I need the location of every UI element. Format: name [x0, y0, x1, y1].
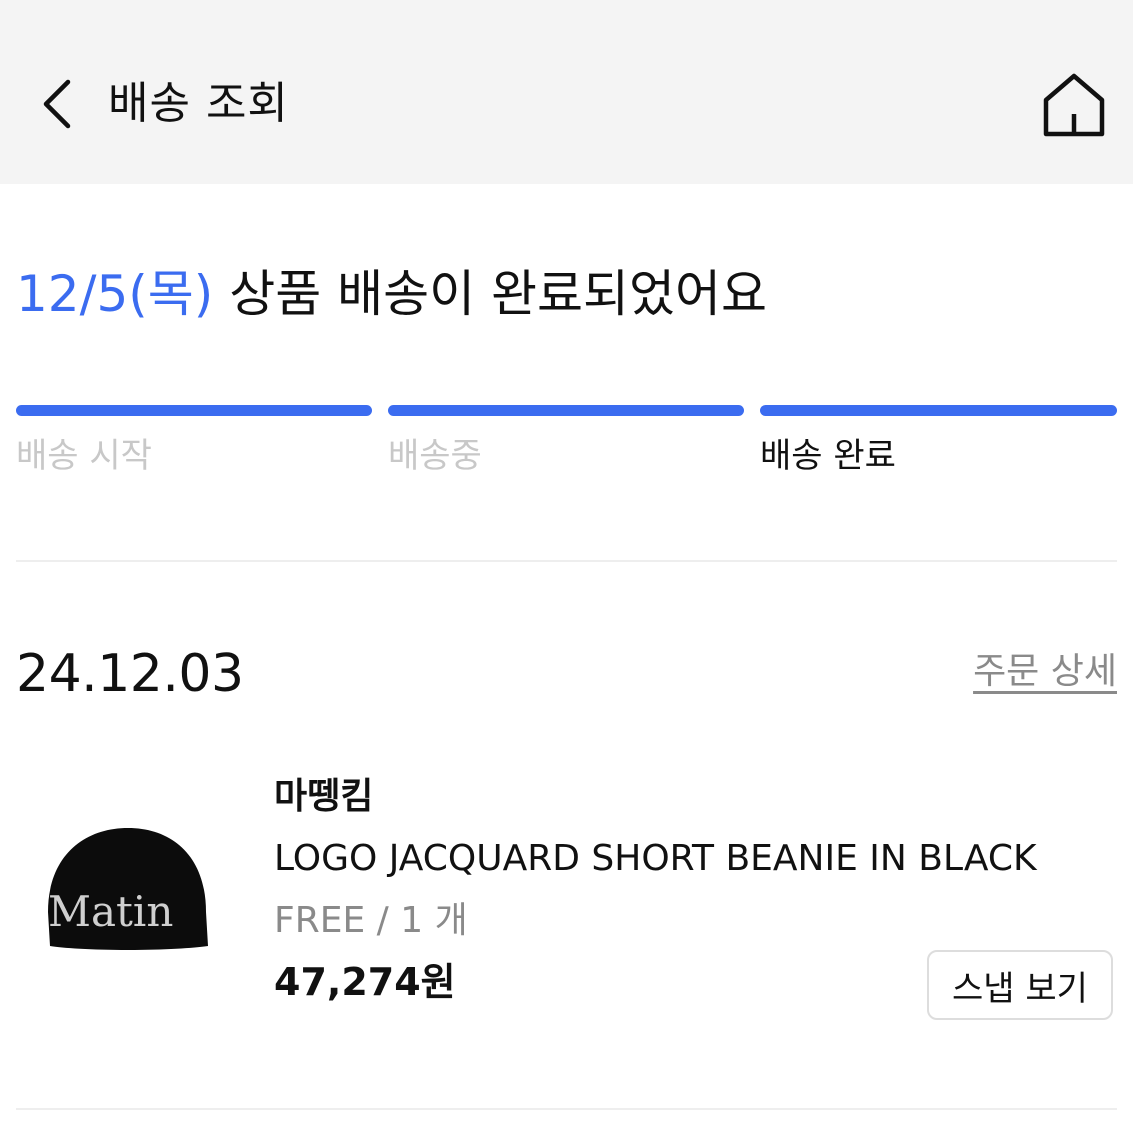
status-date: 12/5(목)	[16, 265, 214, 323]
product-brand[interactable]: 마뗑킴	[274, 772, 373, 822]
back-button[interactable]	[26, 72, 86, 136]
section-divider	[16, 560, 1117, 562]
progress-label-in-transit: 배송중	[388, 436, 482, 476]
progress-segment-start	[16, 405, 372, 416]
progress-label-start: 배송 시작	[16, 436, 152, 476]
delivery-status-headline: 12/5(목) 상품 배송이 완료되었어요	[16, 258, 767, 330]
beanie-image: Matin	[48, 828, 208, 950]
product-name[interactable]: LOGO JACQUARD SHORT BEANIE IN BLACK	[274, 834, 1037, 884]
beanie-logo-text: Matin	[48, 887, 173, 936]
product-thumbnail[interactable]: Matin	[44, 826, 210, 954]
bottom-divider	[16, 1108, 1117, 1110]
page-title: 배송 조회	[108, 78, 289, 129]
progress-segment-in-transit	[388, 405, 744, 416]
home-button[interactable]	[1036, 66, 1112, 142]
product-option: FREE / 1 개	[274, 900, 468, 941]
order-detail-link[interactable]: 주문 상세	[973, 648, 1117, 696]
progress-segment-delivered	[760, 405, 1117, 416]
progress-label-delivered: 배송 완료	[760, 436, 896, 476]
chevron-left-icon	[43, 79, 71, 129]
view-snap-button[interactable]: 스냅 보기	[927, 950, 1113, 1020]
product-price: 47,274원	[274, 960, 456, 1004]
top-app-bar: 배송 조회	[0, 0, 1133, 184]
status-message: 상품 배송이 완료되었어요	[229, 265, 767, 323]
delivery-tracking-page: 배송 조회 12/5(목) 상품 배송이 완료되었어요 배송 시작 배송중 배송…	[0, 0, 1133, 1133]
order-date: 24.12.03	[16, 644, 244, 704]
home-icon	[1043, 73, 1105, 137]
